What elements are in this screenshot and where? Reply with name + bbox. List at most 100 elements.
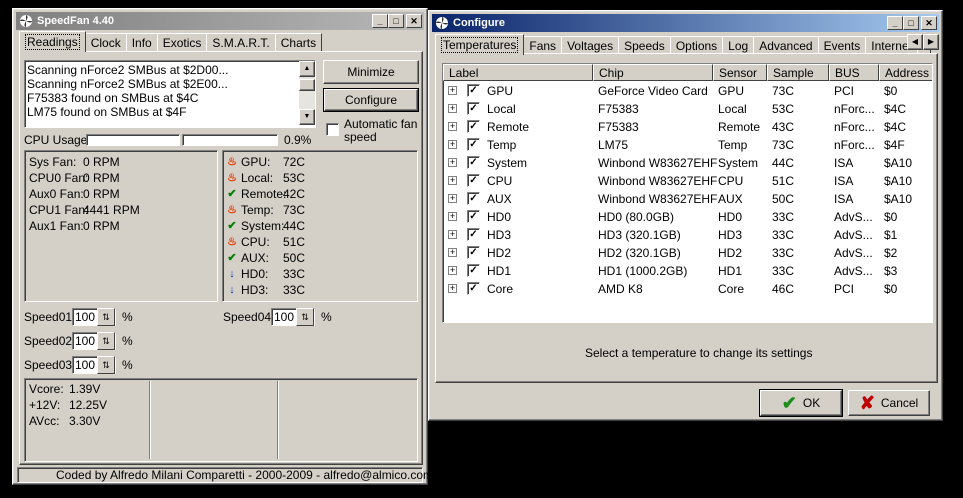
speed-spin-button[interactable]: ⇅ xyxy=(97,356,115,374)
speed-input[interactable]: 100 ⇅ xyxy=(72,308,116,326)
expand-icon[interactable]: + xyxy=(448,266,457,275)
speed-spin-button[interactable]: ⇅ xyxy=(296,308,314,326)
configure-titlebar[interactable]: Configure _ □ ✕ xyxy=(432,14,939,32)
table-row[interactable]: + ✓ Core AMD K8 Core 46C PCI $0 xyxy=(443,280,932,298)
speed-input[interactable]: 100 ⇅ xyxy=(72,332,116,350)
flame-icon: ♨ xyxy=(227,172,237,184)
col-address[interactable]: Address xyxy=(879,64,932,81)
fans-box: Sys Fan: 0 RPM CPU0 Fan: 0 RPM Aux0 Fan: 0 RP… xyxy=(24,150,218,302)
tab-charts[interactable]: Charts xyxy=(274,33,323,51)
enable-checkbox[interactable]: ✓ xyxy=(467,192,480,205)
maximize-window-button[interactable]: □ xyxy=(903,16,919,30)
speed-spin-button[interactable]: ⇅ xyxy=(97,308,115,326)
cell-bus: PCI xyxy=(834,84,855,98)
enable-checkbox[interactable]: ✓ xyxy=(467,138,480,151)
temperature-list[interactable]: Label Chip Sensor Sample BUS Address + ✓ GPU GeF… xyxy=(442,63,933,323)
tab-info[interactable]: Info xyxy=(125,33,158,51)
speed-unit: % xyxy=(122,358,133,372)
col-sample[interactable]: Sample xyxy=(767,64,829,81)
tab-fans[interactable]: Fans xyxy=(523,36,563,54)
table-row[interactable]: + ✓ Remote F75383 Remote 43C nForc... $4C xyxy=(443,118,932,136)
tab-label: Readings xyxy=(25,34,80,50)
speedfan-titlebar[interactable]: SpeedFan 4.40 _ □ ✕ xyxy=(16,12,424,30)
expand-icon[interactable]: + xyxy=(448,284,457,293)
col-sensor[interactable]: Sensor xyxy=(713,64,767,81)
expand-icon[interactable]: + xyxy=(448,140,457,149)
tab-options[interactable]: Options xyxy=(669,36,724,54)
enable-checkbox[interactable]: ✓ xyxy=(467,282,480,295)
speed-input[interactable]: 100 ⇅ xyxy=(72,356,116,374)
tab-events[interactable]: Events xyxy=(817,36,867,54)
expand-icon[interactable]: + xyxy=(448,230,457,239)
maximize-window-button[interactable]: □ xyxy=(388,14,404,28)
enable-checkbox[interactable]: ✓ xyxy=(467,120,480,133)
table-row[interactable]: + ✓ GPU GeForce Video Card GPU 73C PCI $0 xyxy=(443,82,932,100)
table-row[interactable]: + ✓ HD2 HD2 (320.1GB) HD2 33C AdvS... $2 xyxy=(443,244,932,262)
speedfan-window: SpeedFan 4.40 _ □ ✕ Readings Clock Info … xyxy=(12,8,433,485)
enable-checkbox[interactable]: ✓ xyxy=(467,210,480,223)
cell-bus: PCI xyxy=(834,282,855,296)
speed-value: 100 xyxy=(75,358,96,372)
cancel-button[interactable]: ✘ Cancel xyxy=(848,390,930,416)
tab-advanced[interactable]: Advanced xyxy=(753,36,819,54)
expand-icon[interactable]: + xyxy=(448,104,457,113)
speed-input[interactable]: 100 ⇅ xyxy=(271,308,315,326)
table-row[interactable]: + ✓ HD0 HD0 (80.0GB) HD0 33C AdvS... $0 xyxy=(443,208,932,226)
cell-address: $1 xyxy=(884,228,898,242)
tab-voltages[interactable]: Voltages xyxy=(561,36,620,54)
minimize-button[interactable]: Minimize xyxy=(323,60,419,84)
speed-spin-button[interactable]: ⇅ xyxy=(97,332,115,350)
tab-exotics[interactable]: Exotics xyxy=(156,33,208,51)
table-row[interactable]: + ✓ Local F75383 Local 53C nForc... $4C xyxy=(443,100,932,118)
tab-scroll-right-button[interactable]: ▶ xyxy=(923,34,939,50)
arrow-down-icon: ↓ xyxy=(229,268,235,280)
tab-clock[interactable]: Clock xyxy=(84,33,127,51)
cell-chip: HD3 (320.1GB) xyxy=(598,228,681,242)
tab-log[interactable]: Log xyxy=(722,36,755,54)
expand-icon[interactable]: + xyxy=(448,122,457,131)
ok-button[interactable]: ✔ OK xyxy=(759,389,843,417)
enable-checkbox[interactable]: ✓ xyxy=(467,264,480,277)
enable-checkbox[interactable]: ✓ xyxy=(467,246,480,259)
tab-temperatures[interactable]: Temperatures xyxy=(435,34,525,55)
table-row[interactable]: + ✓ System Winbond W83627EHF System 44C ISA $A1… xyxy=(443,154,932,172)
tab-readings[interactable]: Readings xyxy=(19,31,86,52)
col-label[interactable]: Label xyxy=(443,64,593,81)
table-row[interactable]: + ✓ HD1 HD1 (1000.2GB) HD1 33C AdvS... $3 xyxy=(443,262,932,280)
enable-checkbox[interactable]: ✓ xyxy=(467,156,480,169)
expand-icon[interactable]: + xyxy=(448,248,457,257)
scroll-up-button[interactable]: ▲ xyxy=(299,61,315,77)
tab-scroll-left-button[interactable]: ◀ xyxy=(907,34,923,50)
auto-fan-checkbox[interactable] xyxy=(326,123,339,136)
enable-checkbox[interactable]: ✓ xyxy=(467,174,480,187)
log-box[interactable]: Scanning nForce2 SMBus at $2D00... Scann… xyxy=(24,60,316,128)
enable-checkbox[interactable]: ✓ xyxy=(467,84,480,97)
scroll-thumb[interactable] xyxy=(299,79,315,91)
expand-icon[interactable]: + xyxy=(448,86,457,95)
configure-button[interactable]: Configure xyxy=(323,88,419,112)
expand-icon[interactable]: + xyxy=(448,158,457,167)
cell-label: Remote xyxy=(487,120,530,134)
table-row[interactable]: + ✓ HD3 HD3 (320.1GB) HD3 33C AdvS... $1 xyxy=(443,226,932,244)
table-row[interactable]: + ✓ Temp LM75 Temp 73C nForc... $4F xyxy=(443,136,932,154)
cell-bus: AdvS... xyxy=(834,228,873,242)
table-row[interactable]: + ✓ AUX Winbond W83627EHF AUX 50C ISA $A10 xyxy=(443,190,932,208)
col-bus[interactable]: BUS xyxy=(829,64,879,81)
minimize-window-button[interactable]: _ xyxy=(887,16,903,30)
close-window-button[interactable]: ✕ xyxy=(406,14,422,28)
expand-icon[interactable]: + xyxy=(448,194,457,203)
expand-icon[interactable]: + xyxy=(448,212,457,221)
temp-value: 33C xyxy=(283,283,306,297)
log-scrollbar[interactable]: ▲ ▼ xyxy=(299,61,315,125)
expand-icon[interactable]: + xyxy=(448,176,457,185)
col-chip[interactable]: Chip xyxy=(593,64,713,81)
minimize-window-button[interactable]: _ xyxy=(372,14,388,28)
table-row[interactable]: + ✓ CPU Winbond W83627EHF CPU 51C ISA $A10 xyxy=(443,172,932,190)
enable-checkbox[interactable]: ✓ xyxy=(467,102,480,115)
close-window-button[interactable]: ✕ xyxy=(921,16,937,30)
fan-icon xyxy=(20,15,32,27)
enable-checkbox[interactable]: ✓ xyxy=(467,228,480,241)
scroll-down-button[interactable]: ▼ xyxy=(299,109,315,125)
tab-speeds[interactable]: Speeds xyxy=(618,36,671,54)
tab-smart[interactable]: S.M.A.R.T. xyxy=(206,33,276,51)
